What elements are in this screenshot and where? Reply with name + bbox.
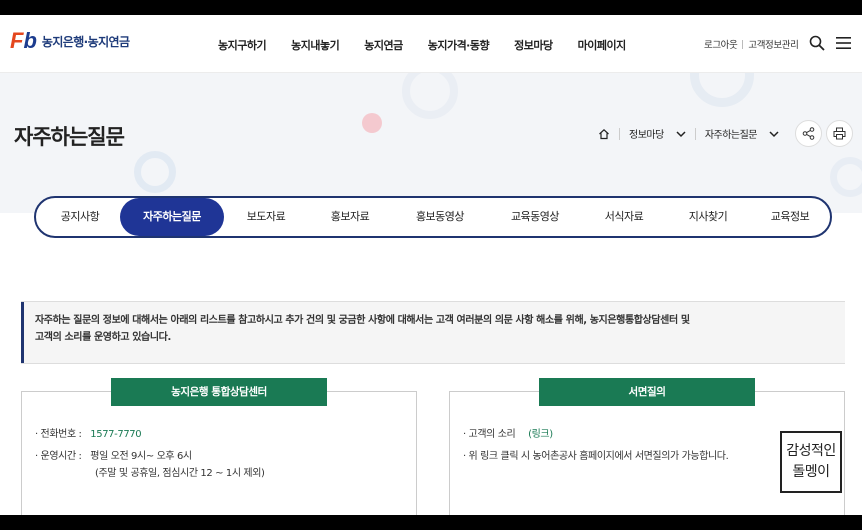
utility-links: 로그아웃 고객정보관리 — [704, 37, 799, 51]
tab-forms[interactable]: 서식자료 — [582, 198, 666, 236]
logo-mark: Fb — [10, 28, 37, 53]
tab-notice[interactable]: 공지사항 — [40, 198, 120, 236]
share-icon — [802, 127, 815, 140]
decorative-circle — [134, 151, 176, 193]
nav-item-price-trend[interactable]: 농지가격·동향 — [428, 37, 490, 53]
hours-value: 평일 오전 9시~ 오후 6시 — [90, 451, 192, 462]
notice-line-1: 자주하는 질문의 정보에 대해서는 아래의 리스트를 참고하시고 추가 건의 및… — [35, 315, 690, 326]
nav-item-find-farmland[interactable]: 농지구하기 — [218, 37, 267, 53]
tab-press[interactable]: 보도자료 — [224, 198, 308, 236]
divider — [619, 127, 620, 140]
phone-row: · 전화번호 : 1577-7770 — [35, 427, 142, 442]
logout-link[interactable]: 로그아웃 — [704, 37, 738, 51]
breadcrumb-item-faq[interactable]: 자주하는질문 — [705, 126, 758, 141]
tab-faq[interactable]: 자주하는질문 — [120, 198, 224, 236]
intro-notice: 자주하는 질문의 정보에 대해서는 아래의 리스트를 참고하시고 추가 건의 및… — [21, 301, 845, 364]
hamburger-menu-icon[interactable] — [836, 36, 851, 50]
decorative-circle — [830, 157, 862, 197]
tab-education-video[interactable]: 교육동영상 — [488, 198, 582, 236]
hours-label: · 운영시간 : — [35, 451, 82, 462]
voice-link[interactable]: (링크) — [528, 429, 553, 440]
page-title: 자주하는질문 — [14, 125, 125, 149]
chevron-down-icon[interactable] — [676, 130, 686, 138]
print-button[interactable] — [826, 120, 853, 147]
stamp-line-1: 감성적인 — [786, 443, 836, 459]
nav-item-offer-farmland[interactable]: 농지내놓기 — [291, 37, 340, 53]
tab-promo-video[interactable]: 홍보동영상 — [392, 198, 488, 236]
nav-item-farmland-pension[interactable]: 농지연금 — [364, 37, 403, 53]
phone-number[interactable]: 1577-7770 — [90, 429, 141, 440]
page-hero: 자주하는질문 정보마당 자주하는질문 — [0, 73, 862, 213]
notice-line-2: 고객의 소리를 운영하고 있습니다. — [35, 332, 171, 343]
phone-label: · 전화번호 : — [35, 429, 82, 440]
nav-item-mypage[interactable]: 마이페이지 — [578, 37, 627, 53]
breadcrumb: 정보마당 자주하는질문 — [598, 126, 779, 141]
site-header: Fb 농지은행·농지연금 농지구하기 농지내놓기 농지연금 농지가격·동향 정보… — [0, 15, 862, 73]
nav-item-info[interactable]: 정보마당 — [514, 37, 553, 53]
divider — [694, 127, 696, 140]
divider — [742, 39, 744, 49]
sub-tabs: 공지사항 자주하는질문 보도자료 홍보자료 홍보동영상 교육동영상 서식자료 지… — [34, 196, 832, 238]
main-nav: 농지구하기 농지내놓기 농지연금 농지가격·동향 정보마당 마이페이지 — [218, 37, 651, 53]
page-frame: Fb 농지은행·농지연금 농지구하기 농지내놓기 농지연금 농지가격·동향 정보… — [0, 15, 862, 515]
written-inquiry-desc: · 위 링크 클릭 시 농어촌공사 홈페이지에서 서면질의가 가능합니다. — [463, 451, 729, 462]
hours-note: (주말 및 공휴일, 점심시간 12 ~ 1시 제외) — [95, 468, 265, 479]
print-icon — [833, 127, 846, 140]
consulting-center-title: 농지은행 통합상담센터 — [111, 378, 327, 406]
breadcrumb-item-info[interactable]: 정보마당 — [629, 126, 664, 141]
home-icon[interactable] — [598, 128, 610, 140]
decorative-circle — [690, 73, 754, 107]
logo-text: 농지은행·농지연금 — [41, 34, 130, 49]
search-icon[interactable] — [809, 35, 825, 51]
tab-education-info[interactable]: 교육정보 — [750, 198, 830, 236]
decorative-circle — [362, 113, 382, 133]
tab-branch-finder[interactable]: 지사찾기 — [666, 198, 750, 236]
notice-accent-bar — [21, 302, 24, 363]
stamp-line-2: 돌멩이 — [792, 464, 830, 480]
hours-row: · 운영시간 : 평일 오전 9시~ 오후 6시 — [35, 449, 192, 464]
decorative-circle — [402, 73, 458, 119]
written-inquiry-title: 서면질의 — [539, 378, 755, 406]
voice-row: · 고객의 소리 (링크) — [463, 427, 553, 442]
watermark-stamp: 감성적인 돌멩이 — [780, 431, 842, 493]
share-button[interactable] — [795, 120, 822, 147]
chevron-down-icon[interactable] — [769, 130, 779, 138]
voice-label: · 고객의 소리 — [463, 429, 516, 440]
tab-promo-material[interactable]: 홍보자료 — [308, 198, 392, 236]
site-logo[interactable]: Fb 농지은행·농지연금 — [10, 28, 130, 53]
customer-info-link[interactable]: 고객정보관리 — [748, 37, 798, 51]
